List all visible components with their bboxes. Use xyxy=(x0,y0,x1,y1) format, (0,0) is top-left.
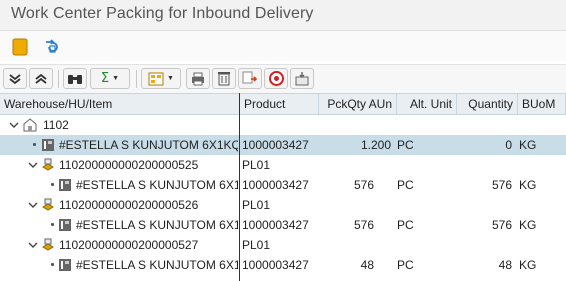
tree-bullet xyxy=(33,143,36,146)
row-buom: KG xyxy=(519,138,537,152)
stop-button[interactable] xyxy=(9,36,31,58)
find-button[interactable] xyxy=(63,68,87,89)
tree-grid: 1102 #ESTELLA S KUNJUTOM 6X1KQ 100000342… xyxy=(0,115,566,281)
row-altunit: PC xyxy=(397,138,414,152)
layout-icon xyxy=(148,72,164,85)
row-product: 1000003427 xyxy=(242,178,309,192)
toolbar-separator xyxy=(136,70,137,88)
layout-button[interactable]: ▼ xyxy=(141,68,181,89)
refresh-button[interactable] xyxy=(41,36,63,58)
expand-all-button[interactable] xyxy=(3,68,27,89)
expand-all-icon xyxy=(9,73,21,84)
row-quantity: 48 xyxy=(498,258,512,272)
application-toolbar xyxy=(0,31,566,61)
chevron-down-icon[interactable] xyxy=(28,240,38,250)
print-button[interactable] xyxy=(186,68,210,89)
row-altunit: PC xyxy=(397,258,414,272)
row-pckqty: 576 xyxy=(353,178,374,192)
row-pckqty: 1.200 xyxy=(360,138,391,152)
tree-row-warehouse[interactable]: 1102 xyxy=(0,115,566,135)
collapse-all-button[interactable] xyxy=(29,68,53,89)
item-icon xyxy=(42,139,54,151)
row-altunit: PC xyxy=(397,178,414,192)
row-buom: KG xyxy=(519,218,537,232)
table-row[interactable]: #ESTELLA S KUNJUTOM 6X1KQ 1000003427 48 … xyxy=(0,255,566,275)
chevron-down-icon[interactable] xyxy=(9,120,19,130)
item-icon xyxy=(59,179,71,191)
tree-row-hu[interactable]: 110200000000200000527 PL01 xyxy=(0,235,566,255)
item-icon xyxy=(59,219,71,231)
row-buom: KG xyxy=(519,178,537,192)
chevron-down-icon: ▼ xyxy=(112,75,120,82)
table-header: Warehouse/HU/Item Product PckQty AUn Alt… xyxy=(0,93,566,115)
tree-bullet xyxy=(51,263,54,266)
column-header-product[interactable]: Product xyxy=(240,94,319,114)
pack-icon xyxy=(295,72,309,86)
total-button[interactable]: Σ ▼ xyxy=(90,68,130,89)
item-icon xyxy=(59,259,71,271)
row-product: 1000003427 xyxy=(242,138,309,152)
export-icon xyxy=(242,71,258,84)
row-name: #ESTELLA S KUNJUTOM 6X1KQ xyxy=(59,138,238,152)
column-header-pckqty[interactable]: PckQty AUn xyxy=(319,94,397,114)
column-header-altunit[interactable]: Alt. Unit xyxy=(397,94,457,114)
row-product: PL01 xyxy=(242,238,271,252)
pack-button[interactable] xyxy=(290,68,314,89)
row-name: #ESTELLA S KUNJUTOM 6X1KQ xyxy=(76,258,238,272)
print-icon xyxy=(192,72,204,85)
row-product: 1000003427 xyxy=(242,218,309,232)
row-name: 1102 xyxy=(43,118,69,132)
title-bar: Work Center Packing for Inbound Delivery xyxy=(0,0,566,31)
help-button[interactable] xyxy=(264,68,288,89)
delete-icon xyxy=(218,72,230,86)
column-header-quantity[interactable]: Quantity xyxy=(457,94,518,114)
refresh-icon xyxy=(46,39,58,53)
row-quantity: 576 xyxy=(491,218,512,232)
column-header-tree[interactable]: Warehouse/HU/Item xyxy=(0,94,240,114)
row-name: 110200000000200000526 xyxy=(59,198,199,212)
row-name: 110200000000200000527 xyxy=(59,238,199,252)
delete-button[interactable] xyxy=(212,68,236,89)
warehouse-icon xyxy=(23,118,37,132)
column-splitter[interactable] xyxy=(239,93,240,281)
row-name: 110200000000200000525 xyxy=(59,158,199,172)
collapse-all-icon xyxy=(35,73,47,84)
column-header-buom[interactable]: BUoM xyxy=(518,94,566,114)
toolbar-separator xyxy=(58,70,59,88)
tree-bullet xyxy=(51,223,54,226)
table-row[interactable]: #ESTELLA S KUNJUTOM 6X1KQ 1000003427 576… xyxy=(0,215,566,235)
row-pckqty: 48 xyxy=(360,258,374,272)
tree-row-hu[interactable]: 110200000000200000525 PL01 xyxy=(0,155,566,175)
row-buom: KG xyxy=(519,258,537,272)
row-product: PL01 xyxy=(242,198,271,212)
row-product: PL01 xyxy=(242,158,271,172)
tree-bullet xyxy=(51,183,54,186)
table-row[interactable]: #ESTELLA S KUNJUTOM 6X1KQ 1000003427 1.2… xyxy=(0,135,566,155)
row-product: 1000003427 xyxy=(242,258,309,272)
handling-unit-icon xyxy=(42,238,54,251)
row-name: #ESTELLA S KUNJUTOM 6X1KQ xyxy=(76,178,238,192)
total-icon: Σ xyxy=(100,71,110,86)
chevron-down-icon: ▼ xyxy=(167,75,174,82)
row-pckqty: 576 xyxy=(353,218,374,232)
chevron-down-icon[interactable] xyxy=(28,200,38,210)
help-icon xyxy=(268,71,284,86)
page-title: Work Center Packing for Inbound Delivery xyxy=(11,5,314,22)
tree-row-hu[interactable]: 110200000000200000526 PL01 xyxy=(0,195,566,215)
stop-icon xyxy=(12,38,28,56)
row-quantity: 0 xyxy=(505,138,512,152)
table-row[interactable]: #ESTELLA S KUNJUTOM 6X1KQ 1000003427 576… xyxy=(0,175,566,195)
row-name: #ESTELLA S KUNJUTOM 6X1KQ xyxy=(76,218,238,232)
row-altunit: PC xyxy=(397,218,414,232)
export-button[interactable] xyxy=(238,68,262,89)
handling-unit-icon xyxy=(42,198,54,211)
alv-toolbar: Σ ▼ ▼ xyxy=(0,64,566,93)
find-icon xyxy=(68,74,82,84)
chevron-down-icon[interactable] xyxy=(28,160,38,170)
row-quantity: 576 xyxy=(491,178,512,192)
handling-unit-icon xyxy=(42,158,54,171)
